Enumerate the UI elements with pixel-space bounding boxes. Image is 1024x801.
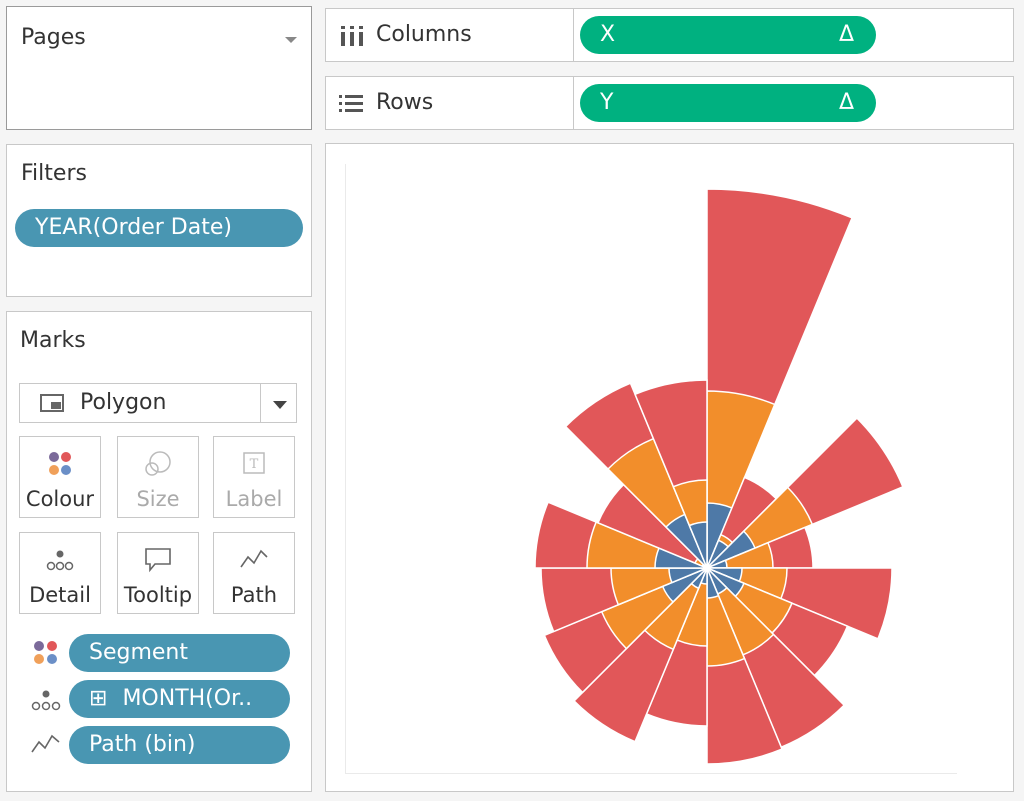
month-pill[interactable]: ⊞ MONTH(Or.. (69, 680, 290, 718)
pages-title: Pages (21, 25, 86, 50)
expand-icon[interactable]: ⊞ (89, 686, 107, 711)
tooltip-label: Tooltip (123, 583, 193, 607)
delta-icon: Δ (838, 90, 854, 115)
filters-title: Filters (21, 161, 87, 186)
filter-pill-year[interactable]: YEAR(Order Date) (15, 209, 303, 247)
path-icon (214, 545, 294, 575)
columns-shelf: Columns X Δ (325, 8, 1014, 62)
size-icon (118, 449, 198, 479)
size-label: Size (136, 487, 180, 511)
rows-icon (339, 94, 363, 118)
y-pill-label: Y (600, 90, 614, 115)
polygon-icon (40, 394, 64, 412)
label-label: Label (225, 487, 283, 511)
filters-card: Filters YEAR(Order Date) (6, 144, 312, 297)
detail-button[interactable]: Detail (19, 532, 101, 614)
colour-icon (20, 449, 100, 479)
pages-card: Pages (6, 6, 312, 130)
path-bin-pill[interactable]: Path (bin) (69, 726, 290, 764)
label-button[interactable]: T Label (213, 436, 295, 518)
tooltip-button[interactable]: Tooltip (117, 532, 199, 614)
radial-chart (534, 188, 904, 765)
columns-icon (340, 26, 364, 50)
view-pane (325, 143, 1014, 792)
columns-label: Columns (376, 22, 472, 47)
size-button[interactable]: Size (117, 436, 199, 518)
svg-text:T: T (250, 457, 259, 472)
y-pill[interactable]: Y Δ (580, 84, 876, 122)
mark-type-label: Polygon (80, 390, 167, 415)
chevron-down-icon[interactable] (273, 401, 287, 409)
colour-button[interactable]: Colour (19, 436, 101, 518)
segment-pill[interactable]: Segment (69, 634, 290, 672)
x-pill-label: X (600, 22, 616, 47)
tooltip-icon (118, 545, 198, 575)
month-pill-label: MONTH(Or.. (122, 686, 253, 711)
rows-shelf: Rows Y Δ (325, 76, 1014, 130)
colour-icon (30, 638, 62, 668)
path-label: Path (230, 583, 278, 607)
path-icon (30, 730, 62, 760)
rows-label: Rows (376, 90, 434, 115)
delta-icon: Δ (838, 22, 854, 47)
x-pill[interactable]: X Δ (580, 16, 876, 54)
label-icon: T (214, 449, 294, 479)
pages-menu-caret[interactable] (285, 37, 297, 43)
detail-icon (20, 545, 100, 575)
detail-label: Detail (29, 583, 91, 607)
path-button[interactable]: Path (213, 532, 295, 614)
marks-title: Marks (20, 328, 86, 353)
detail-icon (30, 686, 62, 716)
mark-type-dropdown[interactable]: Polygon (19, 383, 297, 423)
colour-label: Colour (25, 487, 95, 511)
